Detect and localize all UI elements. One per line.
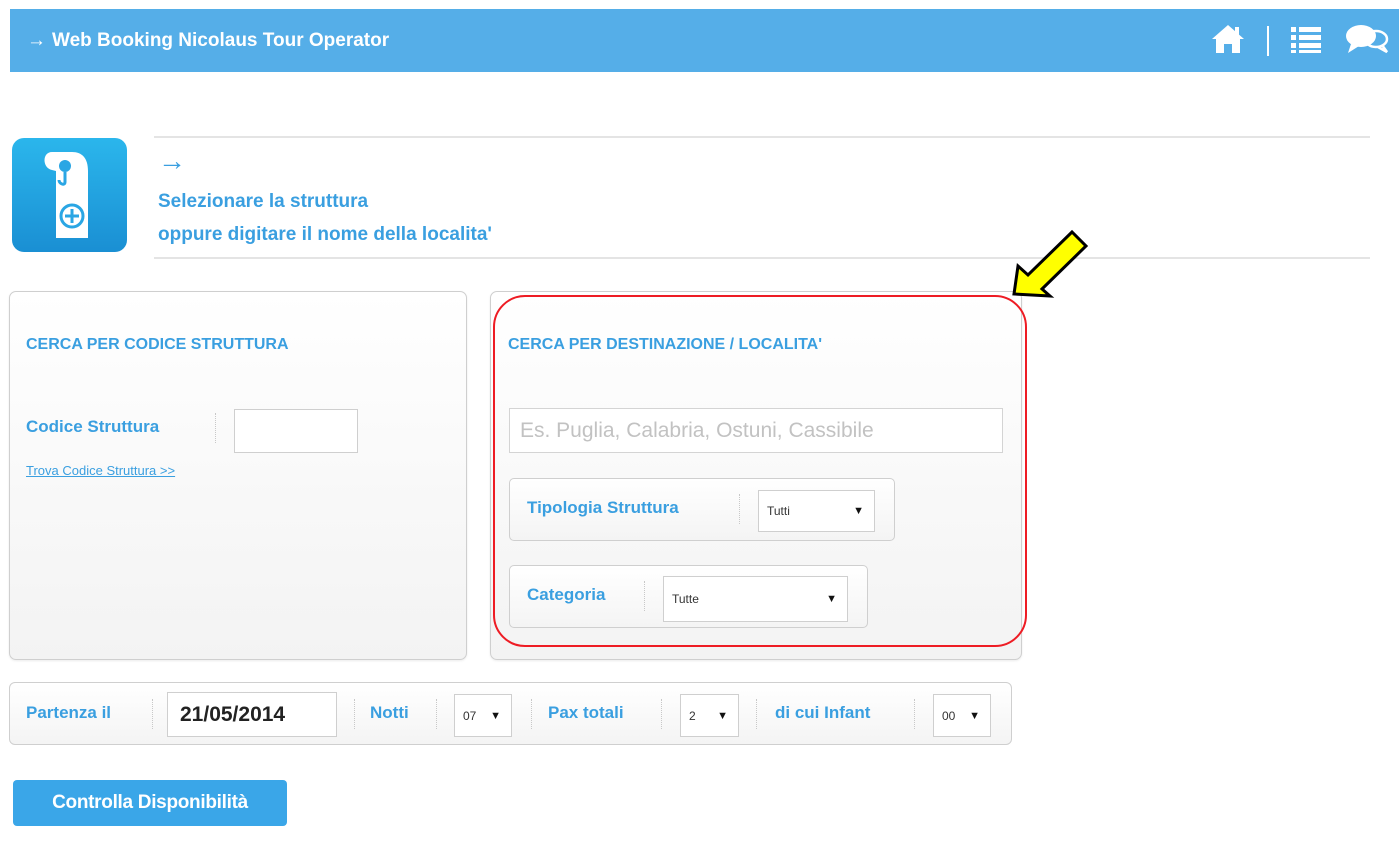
field-separator [354,699,355,729]
codice-struttura-label: Codice Struttura [26,417,160,436]
intro-line-1: Selezionare la struttura [158,191,369,212]
notti-label: Notti [370,703,409,722]
field-separator [756,699,757,729]
dropdown-arrow-icon: ▼ [826,593,837,605]
intro-line-2: oppure digitare il nome della localita' [158,224,492,245]
dropdown-arrow-icon: ▼ [853,505,864,517]
home-icon[interactable] [1209,22,1247,61]
tipologia-label: Tipologia Struttura [527,498,679,517]
pax-selected: 2 [689,708,696,723]
top-header-bar: → Web Booking Nicolaus Tour Operator [10,9,1399,72]
field-separator [661,699,662,729]
pointer-arrow-icon [1004,228,1092,303]
categoria-select[interactable]: Tutte ▼ [663,576,848,622]
field-separator [914,699,915,729]
field-separator [531,699,532,729]
divider-top [154,136,1370,138]
dropdown-arrow-icon: ▼ [717,709,728,722]
dropdown-arrow-icon: ▼ [490,709,501,722]
partenza-date-input[interactable]: 21/05/2014 [167,692,337,737]
destination-input[interactable] [509,408,1003,453]
partenza-label: Partenza il [26,703,112,722]
arrow-right-icon: → [158,145,186,176]
chat-icon[interactable] [1343,21,1391,62]
tipologia-select[interactable]: Tutti ▼ [758,490,875,532]
notti-select[interactable]: 07 ▼ [454,694,512,737]
field-separator [215,413,216,443]
panel-title-code: CERCA PER CODICE STRUTTURA [26,336,289,353]
infant-select[interactable]: 00 ▼ [933,694,991,737]
list-icon[interactable] [1289,22,1323,61]
codice-struttura-input[interactable] [234,409,358,453]
notti-selected: 07 [463,708,477,723]
field-separator [436,699,437,729]
pax-select[interactable]: 2 ▼ [680,694,739,737]
controlla-disponibilita-button[interactable]: Controlla Disponibilità [13,780,287,826]
door-hanger-plus-icon [12,138,127,252]
field-separator [152,699,153,729]
field-separator [739,494,740,524]
panel-title-destination: CERCA PER DESTINAZIONE / LOCALITA' [508,336,823,353]
header-icons [1209,23,1391,59]
app-title-text: Web Booking Nicolaus Tour Operator [52,30,390,51]
categoria-selected: Tutte [672,592,699,606]
arrow-right-icon: → [27,30,46,51]
field-separator [644,581,645,611]
tipologia-selected: Tutti [767,504,790,518]
pax-label: Pax totali [548,703,624,722]
divider-bottom [154,257,1370,259]
categoria-label: Categoria [527,585,606,604]
dropdown-arrow-icon: ▼ [969,709,980,722]
app-title: → Web Booking Nicolaus Tour Operator [27,9,389,72]
trova-codice-link[interactable]: Trova Codice Struttura >> [26,463,175,478]
header-divider [1267,26,1269,56]
infant-selected: 00 [942,708,956,723]
infant-label: di cui Infant [775,703,871,722]
